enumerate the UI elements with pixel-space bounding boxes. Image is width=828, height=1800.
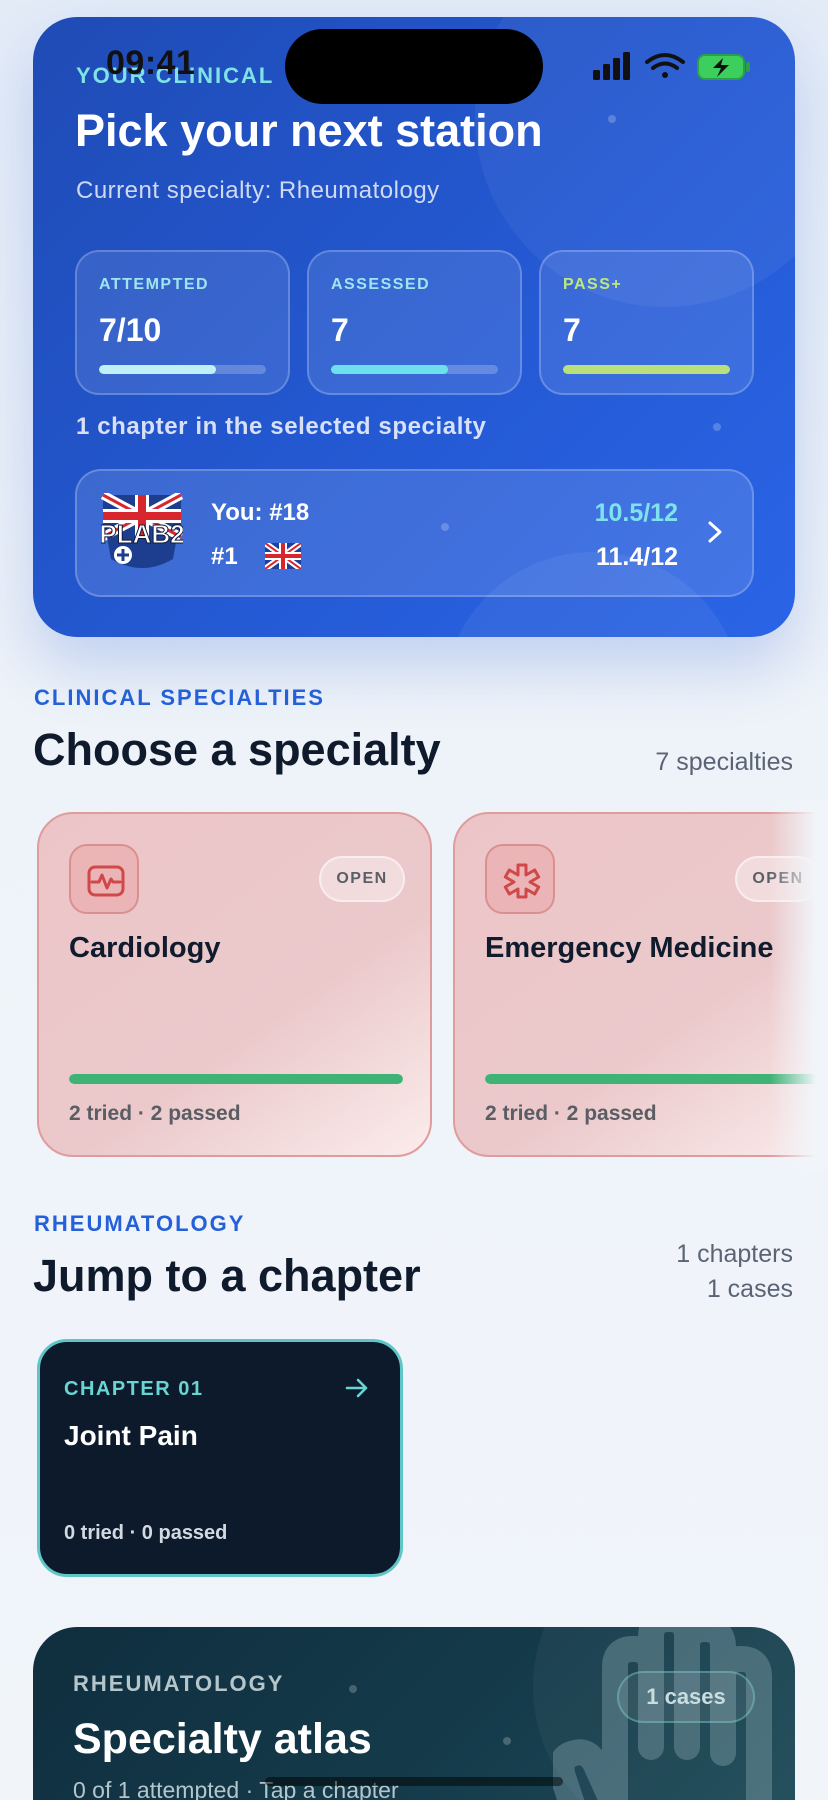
scroll-fade — [770, 800, 828, 1170]
top-score: 11.4/12 — [595, 543, 678, 571]
stat-progress-bar — [563, 365, 730, 374]
chapters-note: 1 chapter in the selected specialty — [76, 413, 487, 440]
stat-progress-bar — [99, 365, 266, 374]
dynamic-island — [285, 29, 543, 104]
stat-value: 7 — [563, 312, 581, 348]
stat-label: PASS+ — [563, 276, 623, 293]
plab2-logo: PLAB2 — [101, 493, 183, 568]
specialties-count: 7 specialties — [655, 748, 793, 776]
specialty-progress-bar — [69, 1074, 403, 1084]
leaderboard-card[interactable]: PLAB2 You: #18 #1 10.5/12 11.4/12 — [75, 469, 754, 597]
heart-monitor-icon — [87, 865, 125, 897]
your-score: 10.5/12 — [594, 499, 678, 527]
uk-flag-icon — [265, 543, 301, 569]
decorative-dot — [349, 1685, 357, 1693]
stat-value: 7/10 — [99, 312, 162, 348]
current-specialty: Current specialty: Rheumatology — [76, 177, 440, 204]
star-of-life-icon — [503, 863, 541, 899]
stat-progress-bar — [331, 365, 498, 374]
decorative-dot — [608, 115, 616, 123]
chapters-count: 1 chapters — [676, 1240, 793, 1268]
signal-icon — [593, 52, 630, 80]
atlas-eyebrow: RHEUMATOLOGY — [73, 1671, 285, 1696]
specialty-icon-box — [69, 844, 139, 914]
chapter-meta: 0 tried · 0 passed — [64, 1522, 228, 1544]
hero-title: Pick your next station — [75, 105, 543, 156]
status-time: 09:41 — [106, 44, 196, 82]
specialty-name: Emergency Medicine — [485, 932, 774, 964]
stat-label: ATTEMPTED — [99, 276, 210, 293]
hero-card: YOUR CLINICAL Pick your next station Cur… — [33, 17, 795, 637]
status-icons — [593, 52, 750, 80]
atlas-title: Specialty atlas — [73, 1715, 372, 1763]
plab2-logo-text: PLAB2 — [101, 519, 183, 549]
stat-progress-fill — [331, 365, 448, 374]
specialty-card-cardiology[interactable]: OPEN Cardiology 2 tried · 2 passed — [37, 812, 432, 1157]
arrow-right-icon — [345, 1378, 368, 1398]
wifi-icon — [645, 53, 685, 78]
stat-label: ASSESSED — [331, 276, 431, 293]
chapter-card[interactable]: CHAPTER 01 Joint Pain 0 tried · 0 passed — [37, 1339, 403, 1577]
chapters-title: Jump to a chapter — [33, 1250, 421, 1301]
specialties-title: Choose a specialty — [33, 724, 441, 775]
chapter-label: CHAPTER 01 — [64, 1378, 204, 1400]
specialty-progress-fill — [485, 1074, 819, 1084]
stat-progress-fill — [563, 365, 730, 374]
stat-attempted: ATTEMPTED 7/10 — [75, 250, 290, 395]
stat-value: 7 — [331, 312, 349, 348]
specialty-progress-fill — [69, 1074, 403, 1084]
specialty-icon-box — [485, 844, 555, 914]
decorative-dot — [503, 1737, 511, 1745]
specialty-meta: 2 tried · 2 passed — [485, 1102, 657, 1125]
specialty-progress-bar — [485, 1074, 819, 1084]
your-rank: You: #18 — [211, 499, 310, 526]
specialties-eyebrow: CLINICAL SPECIALTIES — [34, 685, 325, 710]
home-indicator — [265, 1777, 563, 1786]
specialty-meta: 2 tried · 2 passed — [69, 1102, 241, 1125]
top-rank: #1 — [211, 543, 238, 570]
specialty-name: Cardiology — [69, 932, 221, 964]
specialty-atlas-card[interactable]: RHEUMATOLOGY Specialty atlas 0 of 1 atte… — [33, 1627, 795, 1800]
cases-count: 1 cases — [706, 1275, 793, 1303]
chevron-right-icon — [708, 521, 722, 543]
decorative-dot — [713, 423, 721, 431]
stat-pass: PASS+ 7 — [539, 250, 754, 395]
chapters-eyebrow: RHEUMATOLOGY — [34, 1211, 246, 1236]
battery-charging-icon — [697, 54, 750, 80]
status-badge: OPEN — [319, 856, 405, 902]
stat-assessed: ASSESSED 7 — [307, 250, 522, 395]
stat-progress-fill — [99, 365, 216, 374]
cases-badge: 1 cases — [617, 1671, 755, 1723]
chapter-title: Joint Pain — [64, 1420, 198, 1451]
